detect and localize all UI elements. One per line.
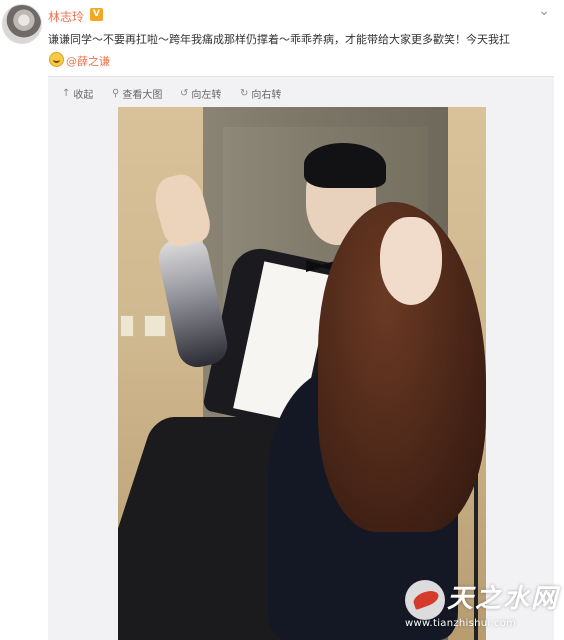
rotate-left-button[interactable]: ↺ 向左转 <box>180 86 221 101</box>
watermark-brand: 天之水网 <box>447 584 560 614</box>
collapse-label: 收起 <box>73 90 94 101</box>
collapse-button[interactable]: ↑ 收起 <box>62 86 93 101</box>
post-text: 谦谦同学～不要再扛啦～跨年我痛成那样仍撑着～乖乖养病，才能带给大家更多歡笑！今天… <box>48 33 510 46</box>
rotate-left-icon: ↺ <box>180 88 189 99</box>
view-large-label: 查看大图 <box>122 90 163 101</box>
avatar[interactable] <box>2 4 42 44</box>
view-large-button[interactable]: ⚲ 查看大图 <box>112 86 162 101</box>
photo-woman-face <box>380 217 442 305</box>
search-icon: ⚲ <box>112 88 120 99</box>
photo-light-switch <box>120 315 134 337</box>
photo-light-switch <box>144 315 166 337</box>
rotate-right-button[interactable]: ↻ 向右转 <box>240 86 281 101</box>
mention-link[interactable]: @薛之谦 <box>66 53 110 69</box>
watermark-logo-icon <box>405 580 445 620</box>
post-photo[interactable] <box>118 107 486 640</box>
author-name[interactable]: 林志玲 <box>48 8 84 25</box>
rotate-right-icon: ↻ <box>240 88 249 99</box>
watermark-url: www.tianzhishui.com <box>405 618 517 629</box>
arrow-up-icon: ↑ <box>62 88 71 99</box>
verified-badge: V <box>90 8 103 21</box>
chevron-down-icon[interactable]: ⌄ <box>538 3 550 19</box>
grin-emoji-icon <box>49 52 64 67</box>
site-watermark: 天之水网 www.tianzhishui.com <box>405 578 560 634</box>
rotate-left-label: 向左转 <box>191 90 222 101</box>
rotate-right-label: 向右转 <box>251 90 282 101</box>
photo-man-hair <box>304 143 386 188</box>
